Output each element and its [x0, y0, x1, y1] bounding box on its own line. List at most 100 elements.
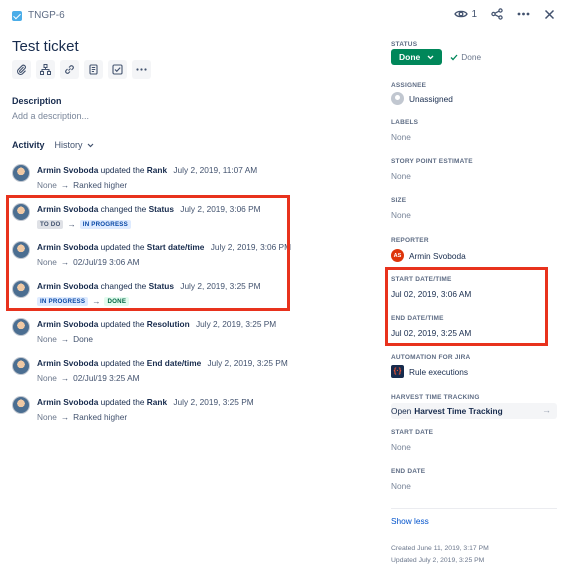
- start-datetime-field[interactable]: Jul 02, 2019, 3:06 AM: [391, 289, 471, 299]
- user-avatar[interactable]: [12, 357, 30, 375]
- eye-icon: [454, 10, 469, 18]
- start-date-field[interactable]: None: [391, 442, 411, 452]
- entry-field: Rank: [146, 397, 168, 407]
- watch-button[interactable]: 1: [454, 9, 477, 20]
- share-icon: [491, 8, 503, 20]
- hierarchy-icon: [40, 64, 51, 75]
- end-date-field[interactable]: None: [391, 481, 411, 491]
- share-button[interactable]: [491, 8, 503, 20]
- automation-value: Rule executions: [409, 366, 469, 377]
- history-entry: Armin Svoboda updated the Rank July 2, 2…: [12, 164, 292, 192]
- assignee-value: Unassigned: [409, 93, 453, 104]
- status-value: Done: [399, 52, 421, 62]
- issue-title[interactable]: Test ticket: [12, 38, 79, 55]
- entry-date: July 2, 2019, 11:07 AM: [173, 165, 258, 175]
- history-entry: Armin Svoboda updated the End date/time …: [12, 357, 292, 385]
- entry-user[interactable]: Armin Svoboda: [37, 358, 98, 368]
- page-button[interactable]: [84, 60, 103, 79]
- issue-key-text: TNGP-6: [28, 10, 65, 21]
- status-row: Done Done: [391, 49, 481, 65]
- entry-summary: Armin Svoboda updated the Rank July 2, 2…: [37, 165, 257, 175]
- assignee-field[interactable]: Unassigned: [391, 92, 453, 105]
- harvest-name: Harvest Time Tracking: [414, 406, 503, 416]
- entry-action: updated the: [100, 397, 145, 407]
- entry-user[interactable]: Armin Svoboda: [37, 397, 98, 407]
- entry-field: Rank: [146, 165, 168, 175]
- entry-date: July 2, 2019, 3:25 PM: [195, 319, 277, 329]
- issue-key-link[interactable]: TNGP-6: [12, 10, 65, 21]
- more-actions-button[interactable]: [517, 12, 530, 16]
- entry-to: Done: [73, 334, 93, 344]
- entry-change: None → Done: [37, 334, 93, 344]
- arrow-right-icon: →: [60, 412, 70, 422]
- chevron-down-icon: [87, 143, 93, 147]
- user-avatar[interactable]: [12, 318, 30, 336]
- arrow-right-icon: →: [542, 405, 551, 415]
- history-entry: Armin Svoboda updated the Resolution Jul…: [12, 318, 292, 346]
- more-icon: [136, 68, 147, 71]
- automation-field[interactable]: {·} Rule executions: [391, 365, 468, 378]
- activity-label: Activity: [12, 140, 45, 150]
- automation-label: AUTOMATION FOR JIRA: [391, 354, 471, 361]
- entry-summary: Armin Svoboda updated the End date/time …: [37, 358, 288, 368]
- history-label: History: [54, 140, 83, 150]
- highlight-box-activity: [6, 195, 290, 311]
- user-avatar[interactable]: [12, 164, 30, 182]
- child-issue-button[interactable]: [36, 60, 55, 79]
- status-label: STATUS: [391, 41, 418, 48]
- end-date-label: END DATE: [391, 468, 426, 475]
- harvest-open-button[interactable]: Open Harvest Time Tracking →: [391, 403, 557, 419]
- updated-timestamp: Updated July 2, 2019, 3:25 PM: [391, 557, 485, 564]
- harvest-prefix: Open: [391, 406, 412, 416]
- user-avatar[interactable]: [12, 396, 30, 414]
- reporter-label: REPORTER: [391, 237, 429, 244]
- close-icon: [544, 9, 555, 19]
- entry-date: July 2, 2019, 3:25 PM: [173, 397, 254, 407]
- chevron-down-icon: [427, 55, 434, 59]
- entry-user[interactable]: Armin Svoboda: [37, 319, 98, 329]
- attach-button[interactable]: [12, 60, 31, 79]
- story-points-field[interactable]: None: [391, 171, 411, 181]
- entry-action: updated the: [100, 165, 145, 175]
- start-datetime-label: START DATE/TIME: [391, 276, 452, 283]
- activity-header: Activity History: [12, 140, 94, 150]
- show-less-link[interactable]: Show less: [391, 516, 429, 526]
- entry-from: None: [37, 373, 57, 383]
- end-datetime-field[interactable]: Jul 02, 2019, 3:25 AM: [391, 328, 471, 338]
- history-dropdown[interactable]: History: [55, 140, 94, 150]
- reporter-field[interactable]: AS Armin Svoboda: [391, 249, 466, 262]
- checkbox-icon: [112, 64, 123, 75]
- document-icon: [89, 64, 98, 75]
- labels-field[interactable]: None: [391, 132, 411, 142]
- automation-icon: {·}: [391, 365, 404, 378]
- watch-count: 1: [471, 8, 477, 20]
- resolution-text: Done: [461, 52, 482, 62]
- close-button[interactable]: [544, 9, 555, 20]
- end-datetime-label: END DATE/TIME: [391, 315, 444, 322]
- reporter-value: Armin Svoboda: [409, 250, 466, 261]
- entry-to: Ranked higher: [73, 412, 128, 422]
- checklist-button[interactable]: [108, 60, 127, 79]
- description-input[interactable]: Add a description...: [12, 111, 89, 121]
- entry-change: None → Ranked higher: [37, 412, 127, 422]
- assignee-label: ASSIGNEE: [391, 82, 427, 89]
- entry-user[interactable]: Armin Svoboda: [37, 165, 98, 175]
- history-entry: Armin Svoboda updated the Rank July 2, 2…: [12, 396, 292, 424]
- status-dropdown[interactable]: Done: [391, 49, 443, 65]
- entry-summary: Armin Svoboda updated the Resolution Jul…: [37, 319, 276, 329]
- entry-from: None: [37, 412, 57, 422]
- entry-to: 02/Jul/19 3:25 AM: [73, 373, 140, 383]
- labels-label: LABELS: [391, 119, 419, 126]
- created-timestamp: Created June 11, 2019, 3:17 PM: [391, 545, 489, 552]
- link-issue-button[interactable]: [60, 60, 79, 79]
- paperclip-icon: [17, 64, 26, 75]
- entry-field: End date/time: [146, 358, 202, 368]
- more-tools-button[interactable]: [132, 60, 151, 79]
- arrow-right-icon: →: [60, 180, 70, 190]
- description-label: Description: [12, 96, 62, 106]
- arrow-right-icon: →: [60, 334, 70, 344]
- entry-action: updated the: [100, 319, 145, 329]
- entry-summary: Armin Svoboda updated the Rank July 2, 2…: [37, 397, 254, 407]
- entry-change: None → Ranked higher: [37, 180, 127, 190]
- size-field[interactable]: None: [391, 210, 411, 220]
